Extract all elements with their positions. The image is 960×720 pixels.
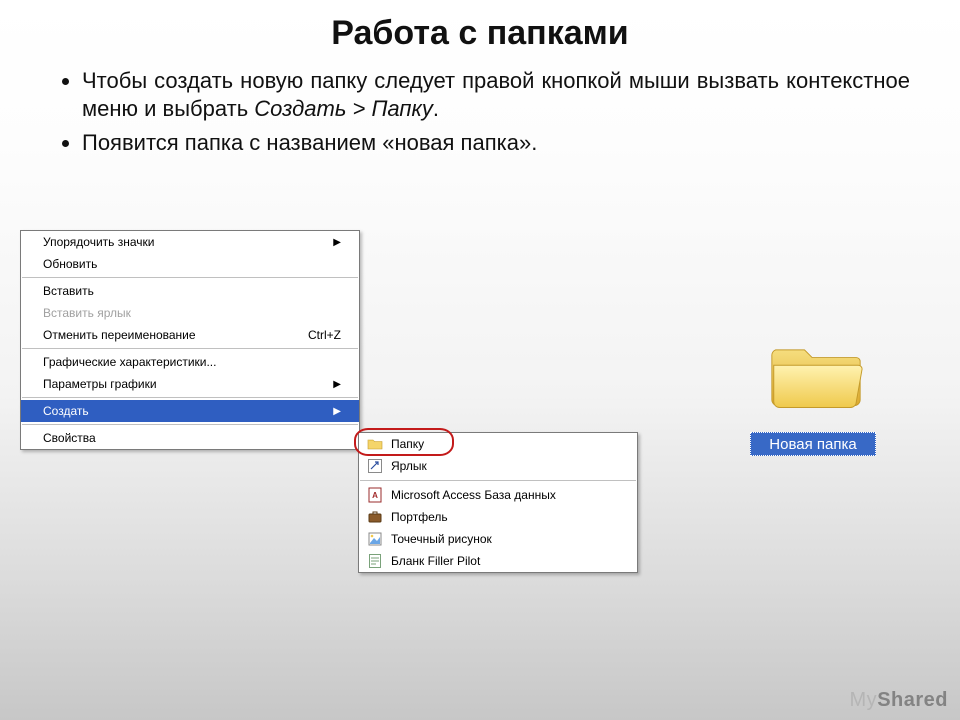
menu-separator [22,277,358,278]
access-icon: A [367,487,383,503]
instruction-bullet-2: Появится папка с названием «новая папка»… [82,129,910,157]
watermark-shared: Shared [877,689,948,711]
submenu-arrow-icon: ▶ [333,406,341,417]
menu-properties[interactable]: Свойства [21,427,359,449]
submenu-folder[interactable]: Папку [359,433,637,455]
menu-graphics-characteristics[interactable]: Графические характеристики... [21,351,359,373]
menu-paste[interactable]: Вставить [21,280,359,302]
bitmap-icon [367,531,383,547]
instruction-list: Чтобы создать новую папку следует правой… [62,67,910,157]
submenu-item-label: Ярлык [391,459,427,473]
new-folder-icon[interactable] [768,332,864,410]
create-submenu: Папку Ярлык A Microsoft Access База данн… [358,432,638,573]
submenu-briefcase[interactable]: Портфель [359,506,637,528]
menu-item-shortcut: Ctrl+Z [308,328,341,342]
watermark-my: My [850,689,878,711]
submenu-item-label: Точечный рисунок [391,532,492,546]
menu-item-label: Отменить переименование [43,328,308,342]
menu-item-label: Вставить ярлык [43,306,341,320]
text: . [433,96,439,121]
menu-graphics-params[interactable]: Параметры графики ▶ [21,373,359,395]
submenu-access[interactable]: A Microsoft Access База данных [359,484,637,506]
submenu-item-label: Microsoft Access База данных [391,488,556,502]
form-icon [367,553,383,569]
briefcase-icon [367,509,383,525]
menu-separator [22,348,358,349]
menu-item-label: Вставить [43,284,341,298]
emphasis: Создать > Папку [254,96,433,121]
menu-refresh[interactable]: Обновить [21,253,359,275]
submenu-item-label: Портфель [391,510,448,524]
context-menu: Упорядочить значки ▶ Обновить Вставить В… [20,230,360,450]
svg-text:A: A [372,491,378,500]
menu-separator [22,397,358,398]
menu-paste-shortcut: Вставить ярлык [21,302,359,324]
new-folder-name-input[interactable]: Новая папка [750,432,876,456]
folder-icon [367,436,383,452]
menu-item-label: Параметры графики [43,377,333,391]
submenu-bitmap[interactable]: Точечный рисунок [359,528,637,550]
menu-create[interactable]: Создать ▶ [21,400,359,422]
menu-arrange-icons[interactable]: Упорядочить значки ▶ [21,231,359,253]
menu-separator [22,424,358,425]
submenu-item-label: Папку [391,437,424,451]
menu-item-label: Создать [43,404,333,418]
shortcut-icon [367,458,383,474]
submenu-arrow-icon: ▶ [333,379,341,390]
menu-undo-rename[interactable]: Отменить переименование Ctrl+Z [21,324,359,346]
watermark: MyShared [850,689,948,712]
submenu-item-label: Бланк Filler Pilot [391,554,480,568]
submenu-shortcut[interactable]: Ярлык [359,455,637,477]
menu-item-label: Упорядочить значки [43,235,333,249]
submenu-arrow-icon: ▶ [333,237,341,248]
menu-item-label: Свойства [43,431,341,445]
menu-separator [360,480,636,481]
page-title: Работа с папками [0,0,960,53]
instruction-bullet-1: Чтобы создать новую папку следует правой… [82,67,910,123]
new-folder-name-text: Новая папка [769,436,856,453]
submenu-filler-pilot[interactable]: Бланк Filler Pilot [359,550,637,572]
menu-item-label: Обновить [43,257,341,271]
menu-item-label: Графические характеристики... [43,355,341,369]
text: Чтобы создать новую папку следует правой… [82,68,910,121]
